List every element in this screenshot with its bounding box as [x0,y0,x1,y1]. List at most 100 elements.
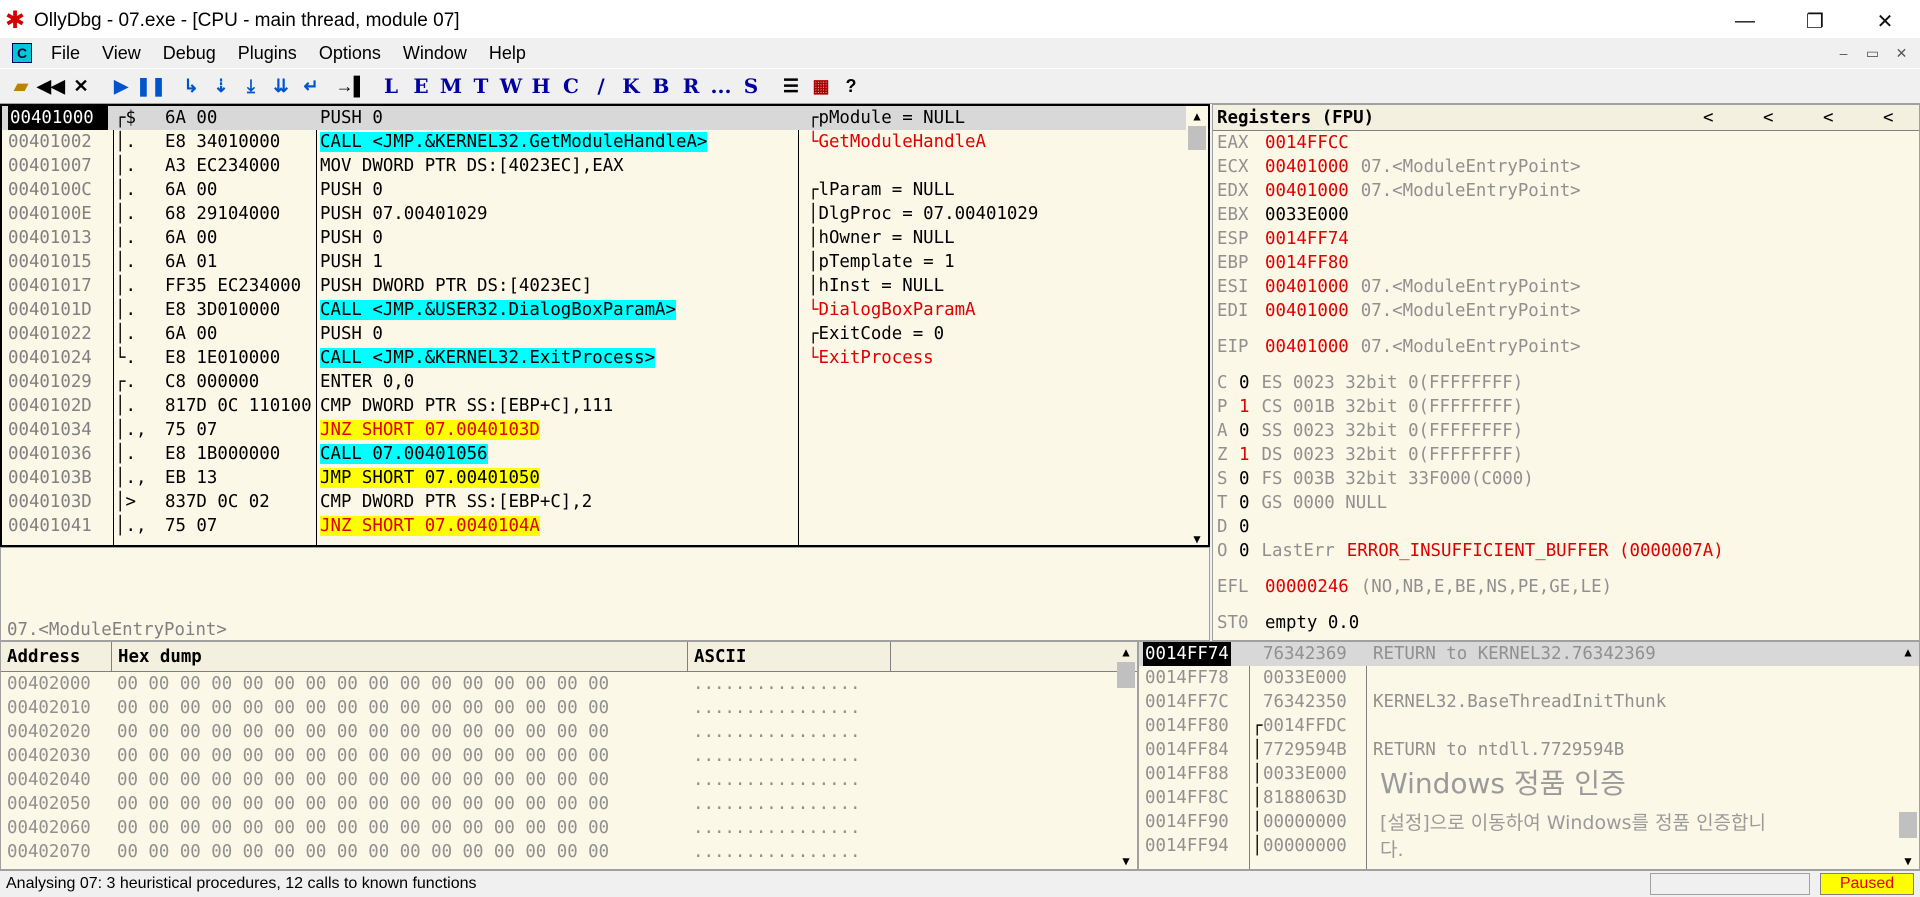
stack-address[interactable]: 0014FF90 [1143,810,1231,834]
mdi-restore-button[interactable]: ▭ [1858,45,1887,62]
register-value[interactable]: 0033E000 [1265,203,1349,227]
disasm-row[interactable]: 0040103B │., EB 13 JMP SHORT 07.00401050 [2,466,1208,490]
stack-row[interactable]: 0014FF84 │ 7729594B RETURN to ntdll.7729594… [1139,738,1919,762]
dump-address[interactable]: 00402050 [7,792,91,816]
mdi-minimize-button[interactable]: ‒ [1829,45,1858,61]
register-row[interactable] [1213,323,1919,335]
register-value[interactable]: 00401000 [1265,155,1349,179]
disasm-address[interactable]: 0040102D [8,394,112,418]
modules-window-button[interactable]: E [408,73,434,99]
register-value[interactable]: 00401000 [1265,335,1349,359]
trace-into-icon[interactable]: ⤓ [238,73,264,99]
step-over-icon[interactable]: ⇣ [208,73,234,99]
disasm-row[interactable]: 00401024 └. E8 1E010000 CALL <JMP.&KERNEL32… [2,346,1208,370]
disasm-address[interactable]: 00401002 [8,130,112,154]
register-value[interactable]: 00401000 [1265,275,1349,299]
disasm-row[interactable]: 0040103D │> 837D 0C 02 CMP DWORD PTR SS:[EB… [2,490,1208,514]
disasm-address[interactable]: 00401029 [8,370,112,394]
register-value[interactable]: 1 [1239,395,1249,419]
handles-window-button[interactable]: H [528,73,554,99]
register-row[interactable]: Z 1 DS 0023 32bit 0(FFFFFFFF) [1213,443,1919,467]
disasm-address[interactable]: 00401041 [8,514,112,538]
disasm-address[interactable]: 00401013 [8,226,112,250]
dump-address[interactable]: 00402030 [7,744,91,768]
dump-row[interactable]: 00402030 00 00 00 00 00 00 00 00 00 00 00… [1,744,1137,768]
open-folder-icon[interactable]: ▰ [8,73,34,99]
disasm-row[interactable]: 00401029 ┌. C8 000000 ENTER 0,0 [2,370,1208,394]
dump-address[interactable]: 00402020 [7,720,91,744]
register-row[interactable]: EBX 0033E000 [1213,203,1919,227]
disasm-address[interactable]: 00401015 [8,250,112,274]
register-row[interactable]: D0 [1213,515,1919,539]
options-grid-icon[interactable]: ▦ [808,73,834,99]
disasm-address[interactable]: 0040100C [8,178,112,202]
register-value[interactable]: 0 [1239,467,1249,491]
source-window-button[interactable]: S [738,73,764,99]
minimize-button[interactable]: — [1710,0,1780,42]
dump-address[interactable]: 00402070 [7,840,91,864]
stack-row[interactable]: 0014FF80 ┌ 0014FFDC [1139,714,1919,738]
disasm-address[interactable]: 0040103D [8,490,112,514]
register-value[interactable]: 0 [1239,539,1249,563]
execute-till-return-icon[interactable]: ↵ [298,73,324,99]
dump-row[interactable]: 00402020 00 00 00 00 00 00 00 00 00 00 00… [1,720,1137,744]
runtrace-window-button[interactable]: ... [708,73,734,99]
register-value[interactable]: 0 [1239,371,1249,395]
disasm-address[interactable]: 00401024 [8,346,112,370]
hex-dump-pane[interactable]: Address Hex dump ASCII 00402000 00 00 00 … [0,641,1138,870]
register-value[interactable]: 0014FFCC [1265,131,1349,155]
disasm-row[interactable]: 00401022 │. 6A 00 PUSH 0 ┌ExitCode = 0 [2,322,1208,346]
register-value[interactable]: 00000246 [1265,575,1349,599]
register-row[interactable] [1213,359,1919,371]
register-row[interactable]: T 0 GS 0000 NULL [1213,491,1919,515]
register-row[interactable]: EFL 00000246 (NO,NB,E,BE,NS,PE,GE,LE) [1213,575,1919,599]
register-value[interactable]: 0 [1239,515,1249,539]
stack-scroll-up-icon[interactable]: ▲ [1897,642,1919,662]
register-row[interactable]: EDX 00401000 07.<ModuleEntryPoint> [1213,179,1919,203]
menu-debug[interactable]: Debug [152,43,227,64]
disasm-address[interactable]: 00401000 [8,106,108,130]
dump-scroll-up-icon[interactable]: ▲ [1115,642,1137,662]
register-value[interactable]: 0014FF74 [1265,227,1349,251]
register-row[interactable] [1213,563,1919,575]
register-value[interactable]: 0 [1239,491,1249,515]
list-icon[interactable]: ☰ [778,73,804,99]
patches-window-button[interactable]: / [588,73,614,99]
disassembly-scrollbar[interactable]: ▲ ▼ [1186,106,1208,545]
stack-address[interactable]: 0014FF78 [1143,666,1231,690]
disasm-address[interactable]: 00401007 [8,154,112,178]
step-into-icon[interactable]: ↳ [178,73,204,99]
restart-icon[interactable]: ◀◀ [37,73,65,99]
close-program-icon[interactable]: ✕ [68,73,94,99]
disasm-row[interactable]: 00401002 │. E8 34010000 CALL <JMP.&KERNEL32… [2,130,1208,154]
dump-scrollbar[interactable]: ▲ ▼ [1115,642,1137,869]
menu-plugins[interactable]: Plugins [227,43,308,64]
pause-icon[interactable]: ❚❚ [136,73,166,99]
disasm-row[interactable]: 00401041 │., 75 07 JNZ SHORT 07.0040104A [2,514,1208,538]
close-button[interactable]: ✕ [1850,0,1920,42]
register-row[interactable]: C 0 ES 0023 32bit 0(FFFFFFFF) [1213,371,1919,395]
disasm-row[interactable]: 00401017 │. FF35 EC234000 PUSH DWORD PTR DS… [2,274,1208,298]
disasm-row[interactable]: 00401000 ┌$ 6A 00 PUSH 0 ┌pModule = NULL [2,106,1208,130]
disasm-row[interactable]: 0040100C │. 6A 00 PUSH 0 ┌lParam = NULL [2,178,1208,202]
dump-row[interactable]: 00402060 00 00 00 00 00 00 00 00 00 00 00… [1,816,1137,840]
stack-address[interactable]: 0014FF7C [1143,690,1231,714]
disasm-row[interactable]: 00401015 │. 6A 01 PUSH 1 │pTemplate = 1 [2,250,1208,274]
menu-file[interactable]: File [40,43,91,64]
dump-ascii-header[interactable]: ASCII [687,642,891,672]
help-icon[interactable]: ? [838,73,864,99]
disasm-row[interactable]: 0040101D │. E8 3D010000 CALL <JMP.&USER32.D… [2,298,1208,322]
register-value[interactable]: 00401000 [1265,299,1349,323]
register-value[interactable]: empty 0.0 [1265,611,1359,635]
dump-row[interactable]: 00402070 00 00 00 00 00 00 00 00 00 00 00… [1,840,1137,864]
register-row[interactable]: A 0 SS 0023 32bit 0(FFFFFFFF) [1213,419,1919,443]
registers-nav-2[interactable]: < [1763,105,1773,131]
registers-nav-1[interactable]: < [1703,105,1713,131]
dump-address-header[interactable]: Address [7,642,80,672]
menu-view[interactable]: View [91,43,152,64]
callstack-window-button[interactable]: K [618,73,644,99]
dump-address[interactable]: 00402010 [7,696,91,720]
windows-window-button[interactable]: W [498,73,524,99]
register-row[interactable]: ESP 0014FF74 [1213,227,1919,251]
disasm-row[interactable]: 0040102D │. 817D 0C 110100 CMP DWORD PTR SS… [2,394,1208,418]
